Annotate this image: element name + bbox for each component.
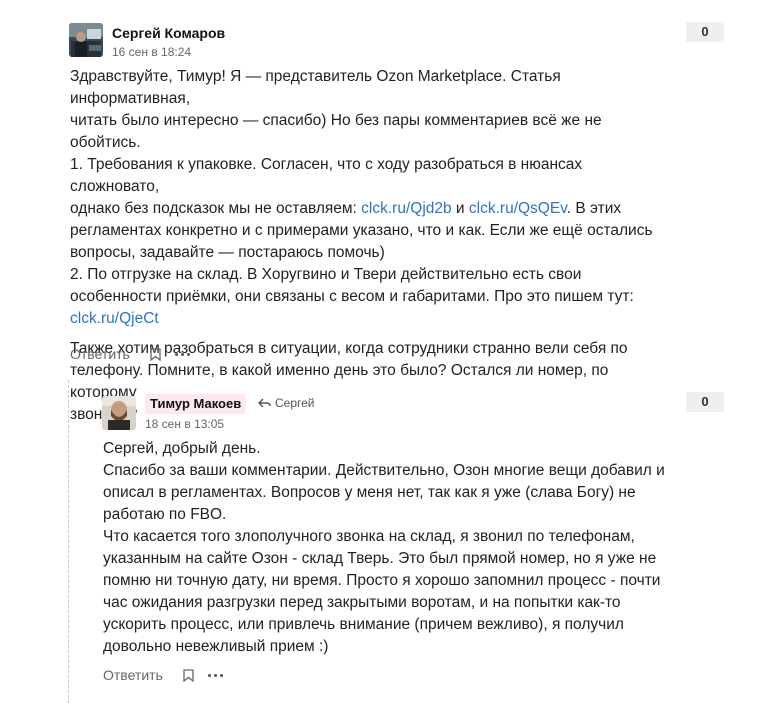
text-line: 1. Требования к упаковке. Согласен, что …: [70, 156, 583, 195]
author-name[interactable]: Сергей Комаров: [112, 24, 225, 42]
comment-actions: Ответить: [103, 667, 223, 683]
text-line: 2. По отгрузке на склад. В Хоругвино и Т…: [70, 266, 582, 283]
comment-timur: Тимур Макоев Сергей 18 сен в 13:05 0 Сер…: [0, 380, 776, 703]
reply-to-name: Сергей: [275, 396, 315, 410]
comment-body: Здравствуйте, Тимур! Я — представитель O…: [70, 66, 670, 426]
comment-date[interactable]: 18 сен в 13:05: [145, 417, 224, 431]
vote-counter[interactable]: 0: [686, 22, 724, 42]
link-packaging-2[interactable]: clck.ru/QsQEv: [469, 200, 567, 217]
more-options-icon[interactable]: [207, 673, 223, 677]
reply-button[interactable]: Ответить: [103, 667, 163, 683]
text-line: однако без подсказок мы не оставляем:: [70, 200, 362, 217]
thread-line: [68, 380, 69, 703]
text-fragment: . В этих: [566, 200, 622, 217]
text-line: особенности приёмки, они связаны с весом…: [70, 288, 634, 305]
more-options-icon[interactable]: [174, 352, 190, 356]
reply-to-link[interactable]: Сергей: [258, 395, 315, 411]
author-name[interactable]: Тимур Макоев: [145, 394, 247, 414]
comment-paragraph: Здравствуйте, Тимур! Я — представитель O…: [70, 66, 670, 330]
vote-counter[interactable]: 0: [686, 392, 724, 412]
reply-arrow-icon: [258, 398, 271, 408]
author-avatar[interactable]: [69, 23, 103, 57]
comment-sergey: Сергей Комаров 16 сен в 18:24 0 Здравств…: [0, 0, 776, 423]
text-line: Здравствуйте, Тимур! Я — представитель O…: [70, 68, 561, 107]
comment-date[interactable]: 16 сен в 18:24: [112, 45, 191, 59]
bookmark-icon[interactable]: [183, 668, 194, 682]
comment-body: Сергей, добрый день. Спасибо за ваши ком…: [103, 438, 673, 658]
link-packaging-1[interactable]: clck.ru/Qjd2b: [361, 200, 451, 217]
text-line: читать было интересно — спасибо) Но без …: [70, 112, 602, 151]
reply-button[interactable]: Ответить: [70, 346, 130, 362]
text-line: вопросы, задавайте — постараюсь помочь): [70, 244, 385, 261]
comment-paragraph: Сергей, добрый день. Спасибо за ваши ком…: [103, 440, 665, 655]
author-avatar[interactable]: [102, 396, 136, 430]
text-line: регламентах конкретно и с примерами указ…: [70, 222, 653, 239]
comment-actions: Ответить: [70, 346, 190, 362]
bookmark-icon[interactable]: [150, 347, 161, 361]
text-fragment: и: [451, 200, 469, 217]
link-warehouse[interactable]: clck.ru/QjeCt: [70, 310, 159, 327]
